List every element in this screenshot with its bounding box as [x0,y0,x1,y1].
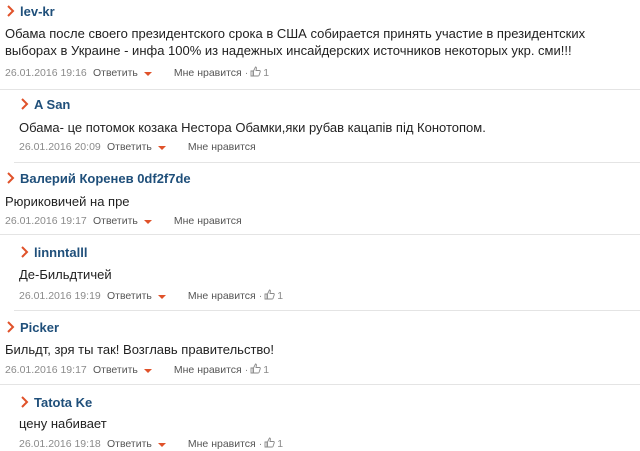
reply-label: Ответить [107,141,152,153]
reply-label: Ответить [107,290,152,302]
reply-label: Ответить [93,215,138,227]
like-button[interactable]: Мне нравится [188,141,256,153]
comment-text: цену набивает [19,416,107,431]
chevron-right-icon [5,4,16,18]
comment-date: 26.01.2016 20:09 [19,141,101,153]
comment-header: Tatota Ke [19,394,92,410]
comment-header: Валерий Коренев 0df2f7de [5,170,191,186]
chevron-right-icon [19,395,30,409]
reply-button[interactable]: Ответить [107,438,166,450]
comment-date: 26.01.2016 19:17 [5,364,87,376]
comment-author[interactable]: Валерий Коренев 0df2f7de [20,171,191,186]
like-count: 1 [277,438,284,450]
comment-date: 26.01.2016 19:18 [19,438,101,450]
like-count: 1 [277,290,284,302]
chevron-right-icon [19,245,30,259]
comment-meta: 26.01.2016 19:17 Ответить Мне нравится ·… [5,363,269,377]
comment-meta: 26.01.2016 19:17 Ответить Мне нравится [5,214,242,228]
comment-date: 26.01.2016 19:19 [19,290,101,302]
comment-item: Tatota Ke цену набивает 26.01.2016 19:18… [14,385,640,451]
comment-item: lev-kr Обама после своего президентского… [0,0,640,90]
comment-header: Picker [5,319,59,335]
like-count-group: · 1 [259,437,283,451]
like-separator: · [258,290,263,302]
comment-item: Picker Бильдт, зря ты так! Возглавь прав… [0,311,640,385]
comment-item: A San Обама- це потомок козака Нестора О… [14,90,640,163]
comment-text: Де-Бильдтичей [19,267,112,282]
reply-button[interactable]: Ответить [93,364,152,376]
reply-label: Ответить [107,438,152,450]
comment-author[interactable]: Picker [20,320,59,335]
like-button[interactable]: Мне нравится [188,290,256,302]
comment-meta: 26.01.2016 19:19 Ответить Мне нравится ·… [19,289,283,303]
thumbs-up-icon [250,66,261,80]
caret-down-icon[interactable] [157,442,166,447]
caret-down-icon[interactable] [157,294,166,299]
like-count: 1 [263,67,270,79]
comment-meta: 26.01.2016 19:18 Ответить Мне нравится ·… [19,437,283,451]
reply-button[interactable]: Ответить [93,67,152,79]
caret-down-icon[interactable] [157,145,166,150]
comment-author[interactable]: linnntalll [34,245,87,260]
comment-date: 26.01.2016 19:16 [5,67,87,79]
caret-down-icon[interactable] [143,368,152,373]
thumbs-up-icon [250,363,261,377]
comment-header: lev-kr [5,3,55,19]
caret-down-icon[interactable] [143,219,152,224]
comment-item: Валерий Коренев 0df2f7de Рюриковичей на … [0,163,640,235]
comment-author[interactable]: A San [34,97,70,112]
comment-item: linnntalll Де-Бильдтичей 26.01.2016 19:1… [14,235,640,311]
caret-down-icon[interactable] [143,71,152,76]
chevron-right-icon [19,97,30,111]
comment-text: Обама после своего президентского срока … [5,26,586,58]
chevron-right-icon [5,320,16,334]
like-count-group: · 1 [245,363,269,377]
comment-header: A San [19,96,70,112]
like-count-group: · 1 [245,66,269,80]
reply-button[interactable]: Ответить [107,141,166,153]
comment-text: Обама- це потомок козака Нестора Обамки,… [19,120,486,135]
chevron-right-icon [5,171,16,185]
like-count-group: · 1 [259,289,283,303]
reply-label: Ответить [93,67,138,79]
like-button[interactable]: Мне нравится [174,67,242,79]
thumbs-up-icon [264,437,275,451]
like-button[interactable]: Мне нравится [188,438,256,450]
comment-text: Рюриковичей на пре [5,194,130,209]
like-count: 1 [263,364,270,376]
comment-text: Бильдт, зря ты так! Возглавь правительст… [5,342,274,357]
like-button[interactable]: Мне нравится [174,215,242,227]
reply-label: Ответить [93,364,138,376]
comment-author[interactable]: lev-kr [20,4,55,19]
comment-date: 26.01.2016 19:17 [5,215,87,227]
like-button[interactable]: Мне нравится [174,364,242,376]
like-separator: · [258,438,263,450]
like-separator: · [244,67,249,79]
comment-meta: 26.01.2016 19:16 Ответить Мне нравится ·… [5,66,269,80]
comment-header: linnntalll [19,244,87,260]
comment-meta: 26.01.2016 20:09 Ответить Мне нравится [19,140,256,154]
reply-button[interactable]: Ответить [93,215,152,227]
like-separator: · [244,364,249,376]
reply-button[interactable]: Ответить [107,290,166,302]
thumbs-up-icon [264,289,275,303]
comment-author[interactable]: Tatota Ke [34,395,92,410]
